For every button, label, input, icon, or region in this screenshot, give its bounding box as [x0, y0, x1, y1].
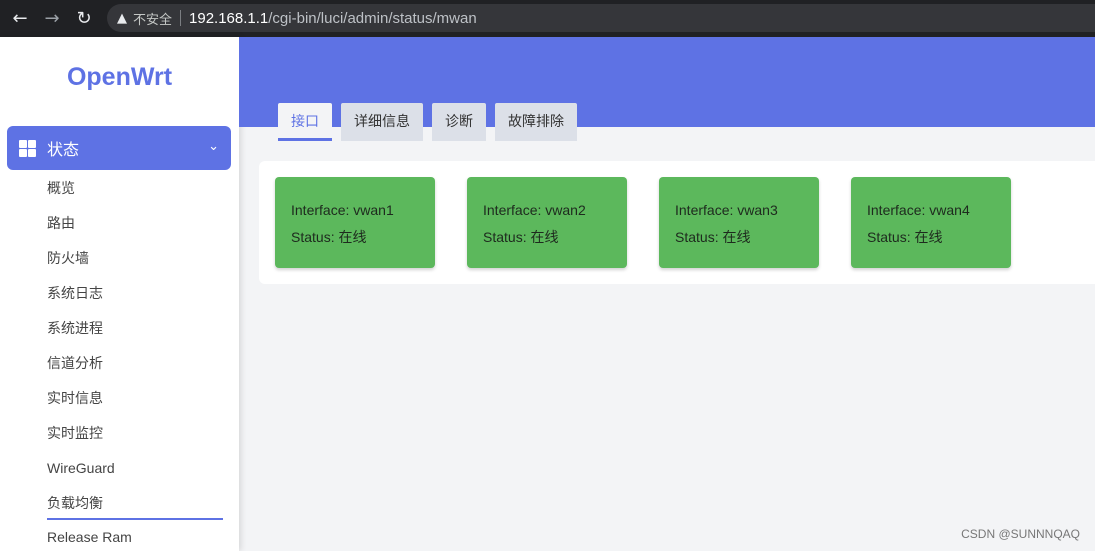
status-submenu: 概览 路由 防火墙 系统日志 系统进程 信道分析 实时信息 实时监控 WireG… [47, 171, 223, 551]
sidebar-item-channel-analysis[interactable]: 信道分析 [47, 346, 223, 381]
interface-status-panel: Interface: vwan1 Status: 在线 Interface: v… [259, 161, 1095, 284]
interface-status: Status: 在线 [867, 229, 943, 245]
interface-name: Interface: vwan4 [867, 202, 970, 218]
openwrt-logo[interactable]: OpenWrt [0, 63, 239, 92]
tab-bar: 接口 详细信息 诊断 故障排除 [278, 103, 586, 141]
warning-icon[interactable]: ▲ [117, 11, 127, 26]
dashboard-icon [19, 139, 36, 157]
address-divider [180, 10, 182, 26]
sidebar-item-processes[interactable]: 系统进程 [47, 311, 223, 346]
sidebar-item-realtime-info[interactable]: 实时信息 [47, 381, 223, 416]
sidebar-menu-status[interactable]: 状态 ⌄ [7, 126, 231, 170]
tab-interfaces[interactable]: 接口 [278, 103, 332, 141]
interface-status: Status: 在线 [483, 229, 559, 245]
back-arrow-icon[interactable]: ← [9, 8, 31, 30]
address-bar[interactable]: ▲ 不安全 192.168.1.1/cgi-bin/luci/admin/sta… [107, 4, 1095, 32]
interface-card: Interface: vwan2 Status: 在线 [467, 177, 627, 268]
browser-toolbar: ← → ↻ ▲ 不安全 192.168.1.1/cgi-bin/luci/adm… [0, 0, 1095, 37]
sidebar-item-overview[interactable]: 概览 [47, 171, 223, 206]
sidebar-menu-status-label: 状态 [47, 142, 80, 159]
interface-card: Interface: vwan3 Status: 在线 [659, 177, 819, 268]
sidebar-item-wireguard[interactable]: WireGuard [47, 451, 223, 486]
sidebar: OpenWrt 状态 ⌄ 概览 路由 防火墙 系统日志 系统进程 信道分析 实时… [0, 37, 239, 551]
tab-details[interactable]: 详细信息 [341, 103, 423, 141]
interface-status: Status: 在线 [675, 229, 751, 245]
url-host[interactable]: 192.168.1.1 [189, 10, 268, 27]
sidebar-item-realtime-monitor[interactable]: 实时监控 [47, 416, 223, 451]
chevron-down-icon: ⌄ [208, 139, 219, 154]
url-path[interactable]: /cgi-bin/luci/admin/status/mwan [268, 10, 476, 27]
interface-name: Interface: vwan1 [291, 202, 394, 218]
interface-card: Interface: vwan4 Status: 在线 [851, 177, 1011, 268]
sidebar-item-release-ram[interactable]: Release Ram [47, 520, 223, 551]
interface-name: Interface: vwan2 [483, 202, 586, 218]
tab-troubleshooting[interactable]: 故障排除 [495, 103, 577, 141]
interface-card: Interface: vwan1 Status: 在线 [275, 177, 435, 268]
watermark: CSDN @SUNNNQAQ [961, 527, 1080, 541]
sidebar-item-load-balancing[interactable]: 负载均衡 [47, 486, 223, 520]
insecure-label[interactable]: 不安全 [133, 9, 172, 28]
forward-arrow-icon[interactable]: → [41, 8, 63, 30]
interface-name: Interface: vwan3 [675, 202, 778, 218]
reload-icon[interactable]: ↻ [73, 8, 95, 30]
tab-diagnostics[interactable]: 诊断 [432, 103, 486, 141]
sidebar-item-routes[interactable]: 路由 [47, 206, 223, 241]
interface-status: Status: 在线 [291, 229, 367, 245]
sidebar-item-firewall[interactable]: 防火墙 [47, 241, 223, 276]
sidebar-item-syslog[interactable]: 系统日志 [47, 276, 223, 311]
